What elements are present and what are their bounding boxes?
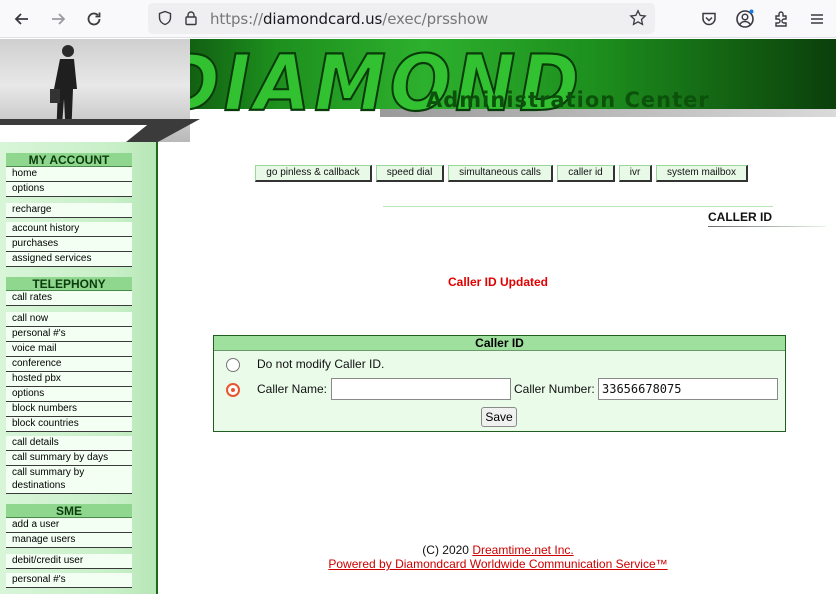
nav-system-mailbox[interactable]: system mailbox [656,165,748,182]
site-banner: DIAMOND Administration Center [0,39,836,142]
telephony-group-calls: call now personal #'s voice mail confere… [6,312,132,432]
reload-icon[interactable] [83,8,105,30]
sidebar-item-hosted-pbx[interactable]: hosted pbx [6,372,132,387]
back-icon[interactable] [11,8,33,30]
shield-icon[interactable] [154,7,176,29]
main-content: go pinless & callback speed dial simulta… [160,142,836,594]
sidebar-item-manage-users[interactable]: manage users [6,533,132,548]
company-link[interactable]: Dreamtime.net Inc. [472,543,573,557]
browser-toolbar: https://diamondcard.us/exec/prsshow [0,0,836,38]
copyright-text: (C) 2020 [422,543,469,557]
label-caller-name: Caller Name: [257,382,328,396]
sidebar-item-voice-mail[interactable]: voice mail [6,342,132,357]
section-underline [708,226,826,227]
sidebar-item-add-user[interactable]: add a user [6,518,132,533]
sidebar-heading-my-account: MY ACCOUNT [6,153,132,167]
account-group-history: account history purchases assigned servi… [6,222,132,267]
nav-caller-id[interactable]: caller id [557,165,615,182]
caller-number-input[interactable]: 33656678075 [598,378,778,400]
url-bar[interactable]: https://diamondcard.us/exec/prsshow [148,3,655,34]
sidebar-item-purchases[interactable]: purchases [6,237,132,252]
sidebar: MY ACCOUNT home options recharge account… [0,142,158,594]
sidebar-heading-telephony: TELEPHONY [6,277,132,291]
sidebar-item-call-summary-destinations[interactable]: call summary by destinations [6,466,132,494]
sidebar-item-telephony-options[interactable]: options [6,387,132,402]
telephony-head-block: TELEPHONY call rates [6,277,132,306]
sidebar-item-personal-numbers[interactable]: personal #'s [6,327,132,342]
nav-simultaneous-calls[interactable]: simultaneous calls [448,165,553,182]
section-title: CALLER ID [708,210,772,224]
sidebar-item-debit-credit-user[interactable]: debit/credit user [6,554,132,569]
sidebar-item-call-rates[interactable]: call rates [6,291,132,306]
forward-icon[interactable] [47,8,69,30]
radio-do-not-modify[interactable] [226,358,240,372]
sidebar-heading-sme: SME [6,504,132,518]
sidebar-item-account-history[interactable]: account history [6,222,132,237]
sidebar-item-block-numbers[interactable]: block numbers [6,402,132,417]
footer: (C) 2020 Dreamtime.net Inc. Powered by D… [160,543,836,571]
sidebar-item-call-now[interactable]: call now [6,312,132,327]
divider [383,206,773,207]
status-message: Caller ID Updated [447,275,549,289]
sidebar-item-call-summary-days[interactable]: call summary by days [6,451,132,466]
nav-go-pinless-callback[interactable]: go pinless & callback [255,165,372,182]
caller-name-input[interactable] [331,378,511,400]
account-head-block: MY ACCOUNT home options [6,153,132,197]
caller-id-form: Caller ID Do not modify Caller ID. Calle… [213,335,786,432]
label-do-not-modify: Do not modify Caller ID. [257,357,385,371]
sme-group-personal: personal #'s [6,573,132,588]
bookmark-star-icon[interactable] [627,7,649,29]
banner-title: Administration Center [426,88,710,112]
account-icon[interactable] [734,8,756,30]
sidebar-item-conference[interactable]: conference [6,357,132,372]
menu-icon[interactable] [806,8,828,30]
sidebar-item-home[interactable]: home [6,167,132,182]
label-caller-number: Caller Number: [514,382,595,396]
powered-by-link[interactable]: Powered by Diamondcard Worldwide Communi… [328,557,667,571]
telephony-group-reports: call details call summary by days call s… [6,436,132,494]
sidebar-item-call-details[interactable]: call details [6,436,132,451]
sme-group-debit: debit/credit user [6,554,132,569]
lock-icon[interactable] [180,7,202,29]
sidebar-item-options[interactable]: options [6,182,132,197]
radio-set-caller-id[interactable] [226,383,240,397]
sidebar-item-assigned-services[interactable]: assigned services [6,252,132,267]
extensions-icon[interactable] [770,8,792,30]
nav-ivr[interactable]: ivr [619,165,652,182]
url-text[interactable]: https://diamondcard.us/exec/prsshow [210,10,488,28]
save-button[interactable]: Save [481,407,517,427]
pocket-icon[interactable] [698,8,720,30]
nav-speed-dial[interactable]: speed dial [376,165,444,182]
diamond-logo: DIAMOND [159,39,584,129]
form-heading: Caller ID [214,336,785,351]
sidebar-item-block-countries[interactable]: block countries [6,417,132,432]
sidebar-item-recharge[interactable]: recharge [6,203,132,218]
sme-head-block: SME add a user manage users [6,504,132,548]
account-group-recharge: recharge [6,203,132,218]
sidebar-item-sme-personal-numbers[interactable]: personal #'s [6,573,132,588]
